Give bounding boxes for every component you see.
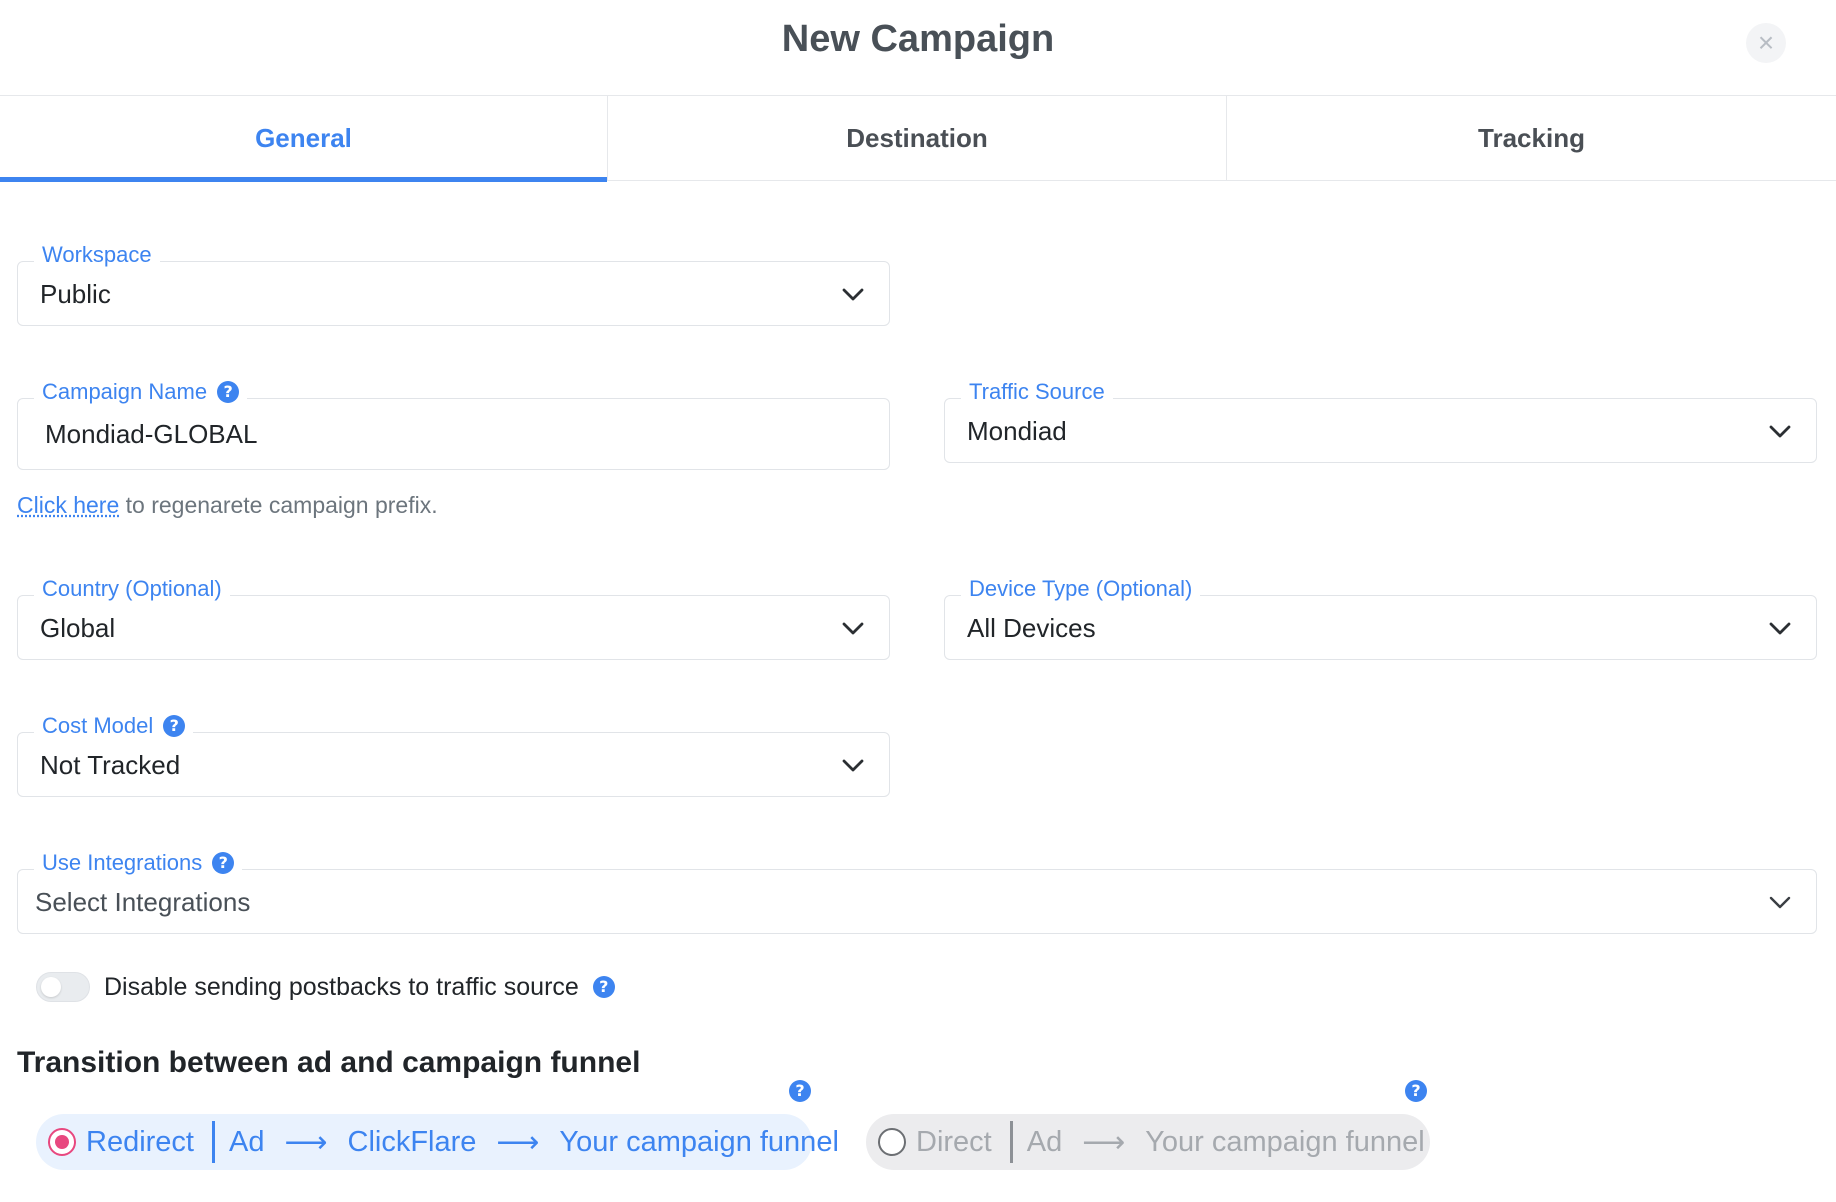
regenerate-prefix-link[interactable]: Click here [17, 492, 119, 518]
country-label-text: Country (Optional) [42, 576, 222, 601]
radio-unselected-icon[interactable] [878, 1128, 906, 1156]
help-icon[interactable]: ? [163, 715, 186, 737]
campaign-name-input[interactable]: Mondiad-GLOBAL [45, 417, 257, 451]
transition-section-title: Transition between ad and campaign funne… [17, 1046, 641, 1079]
tab-bar: General Destination Tracking [0, 96, 1836, 182]
postbacks-toggle-row: Disable sending postbacks to traffic sou… [36, 970, 615, 1004]
postbacks-toggle[interactable] [36, 972, 90, 1002]
country-value: Global [40, 613, 116, 643]
chevron-down-icon [1768, 419, 1792, 443]
device-type-select[interactable]: Device Type (Optional) All Devices [944, 576, 1817, 660]
arrow-right-icon: ⟶ [496, 1124, 540, 1160]
integrations-placeholder: Select Integrations [35, 887, 251, 917]
campaign-name-field[interactable]: Campaign Name ? Mondiad-GLOBAL [17, 379, 890, 470]
radio-selected-icon[interactable] [48, 1128, 76, 1156]
arrow-right-icon: ⟶ [1082, 1124, 1126, 1160]
tab-tracking[interactable]: Tracking [1226, 96, 1836, 181]
redirect-step-ad: Ad [229, 1125, 265, 1158]
cost-model-label-text: Cost Model [42, 713, 154, 738]
arrow-right-icon: ⟶ [284, 1124, 328, 1160]
help-icon[interactable]: ? [592, 976, 615, 998]
chevron-down-icon [841, 282, 865, 306]
direct-step-ad: Ad [1026, 1125, 1063, 1158]
cost-model-value: Not Tracked [40, 750, 181, 780]
postbacks-toggle-label: Disable sending postbacks to traffic sou… [104, 972, 579, 1001]
integrations-label-text: Use Integrations [42, 850, 203, 875]
help-icon[interactable]: ? [789, 1080, 811, 1102]
help-icon[interactable]: ? [217, 381, 240, 403]
workspace-select[interactable]: Workspace Public [17, 242, 890, 326]
workspace-label: Workspace [34, 242, 160, 268]
tab-destination[interactable]: Destination [607, 96, 1226, 181]
traffic-source-label-text: Traffic Source [969, 379, 1105, 404]
help-icon[interactable]: ? [1405, 1080, 1427, 1102]
traffic-source-select[interactable]: Traffic Source Mondiad [944, 379, 1817, 463]
traffic-source-label: Traffic Source [961, 379, 1113, 405]
campaign-name-label: Campaign Name ? [34, 379, 248, 405]
divider [212, 1121, 215, 1163]
transition-option-direct[interactable]: Direct Ad ⟶ Your campaign funnel [866, 1114, 1430, 1170]
chevron-down-icon [841, 753, 865, 777]
help-icon[interactable]: ? [212, 852, 235, 874]
device-type-label-text: Device Type (Optional) [969, 576, 1193, 601]
workspace-value: Public [40, 279, 111, 309]
traffic-source-value: Mondiad [967, 416, 1067, 446]
cost-model-label: Cost Model ? [34, 713, 194, 739]
regenerate-prefix-hint: Click here to regenarete campaign prefix… [17, 490, 438, 520]
cost-model-select[interactable]: Cost Model ? Not Tracked [17, 713, 890, 797]
regenerate-prefix-text: to regenarete campaign prefix. [119, 492, 438, 518]
country-select[interactable]: Country (Optional) Global [17, 576, 890, 660]
direct-step-funnel: Your campaign funnel [1145, 1125, 1425, 1158]
tab-general[interactable]: General [0, 96, 607, 182]
close-icon[interactable]: × [1746, 23, 1786, 63]
chevron-down-icon [1768, 616, 1792, 640]
modal-title: New Campaign [781, 18, 1055, 60]
redirect-step-funnel: Your campaign funnel [559, 1125, 839, 1158]
modal-header: New Campaign × [0, 0, 1836, 96]
integrations-select[interactable]: Use Integrations ? Select Integrations [17, 850, 1817, 934]
redirect-step-clickflare: ClickFlare [347, 1125, 477, 1158]
chevron-down-icon [841, 616, 865, 640]
device-type-label: Device Type (Optional) [961, 576, 1201, 602]
transition-option-redirect[interactable]: Redirect Ad ⟶ ClickFlare ⟶ Your campaign… [36, 1114, 839, 1170]
chevron-down-icon [1768, 890, 1792, 914]
integrations-label: Use Integrations ? [34, 850, 243, 876]
redirect-label: Redirect [86, 1125, 194, 1158]
device-type-value: All Devices [967, 613, 1096, 643]
divider [1009, 1121, 1013, 1163]
campaign-name-label-text: Campaign Name [42, 379, 208, 404]
workspace-label-text: Workspace [42, 242, 152, 267]
country-label: Country (Optional) [34, 576, 230, 602]
direct-label: Direct [916, 1125, 992, 1158]
